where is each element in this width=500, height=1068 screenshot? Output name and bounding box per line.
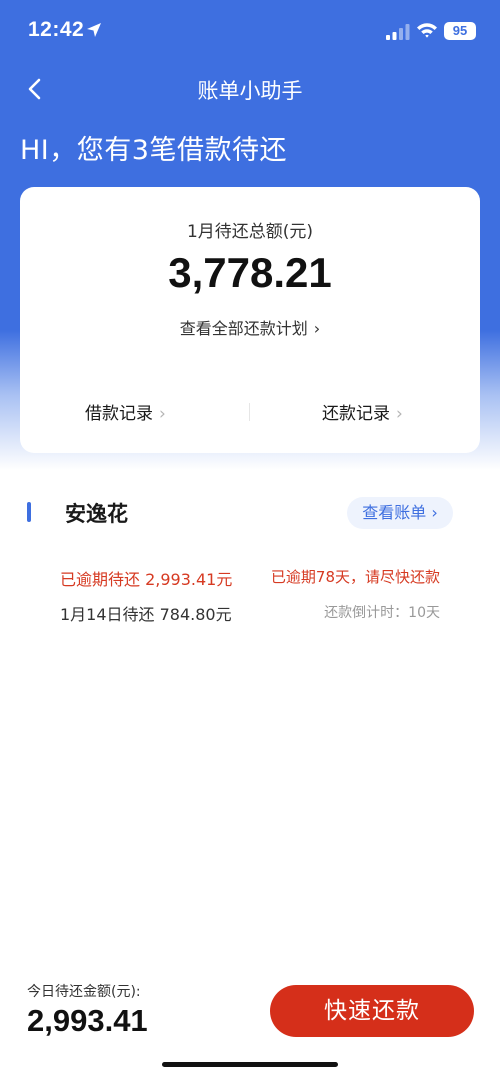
cellular-signal-icon <box>386 24 410 40</box>
wifi-icon <box>417 23 437 38</box>
page-title: 账单小助手 <box>197 79 303 103</box>
bill-assistant-page: 12:42 95 账单小助手 HI，您有3笔借款待还 1月待还总额(元) 3,7… <box>0 0 500 1068</box>
location-arrow-icon <box>87 23 101 37</box>
view-bill-label: 查看账单 <box>362 503 427 522</box>
upcoming-due-text: 1月14日待还 784.80元 <box>60 605 232 624</box>
loan-records-label: 借款记录 <box>85 404 153 424</box>
overdue-notice-text: 已逾期78天，请尽快还款 <box>270 568 440 586</box>
summary-card: 1月待还总额(元) 3,778.21 查看全部还款计划 › 借款记录 › 还款记录 › <box>20 187 480 453</box>
battery-indicator: 95 <box>444 22 476 40</box>
chevron-right-icon: › <box>159 404 166 424</box>
today-due-amount: 2,993.41 <box>27 1003 148 1038</box>
total-due-label: 1月待还总额(元) <box>186 222 314 242</box>
divider <box>249 403 250 421</box>
overdue-amount-text: 已逾期待还 2,993.41元 <box>60 570 233 589</box>
repayment-records-button[interactable]: 还款记录 › <box>322 399 403 424</box>
total-due-amount: 3,778.21 <box>168 249 332 296</box>
quick-pay-button[interactable]: 快速还款 <box>270 985 474 1037</box>
countdown-text: 还款倒计时：10天 <box>324 605 440 621</box>
status-bar: 12:42 95 <box>0 0 500 64</box>
chevron-right-icon: › <box>426 503 438 522</box>
view-repayment-plan-link[interactable]: 查看全部还款计划 › <box>20 315 480 339</box>
greeting-text: HI，您有3笔借款待还 <box>20 135 287 166</box>
home-indicator <box>162 1062 338 1067</box>
section-accent-bar <box>27 502 31 522</box>
status-time: 12:42 <box>28 18 85 41</box>
repayment-records-label: 还款记录 <box>322 404 390 424</box>
nav-bar: 账单小助手 <box>0 64 500 114</box>
view-bill-button[interactable]: 查看账单 › <box>347 497 453 529</box>
today-due-label: 今日待还金额(元): <box>27 984 141 1000</box>
chevron-right-icon: › <box>313 319 321 338</box>
product-name: 安逸花 <box>65 502 128 526</box>
loan-records-button[interactable]: 借款记录 › <box>85 399 166 424</box>
view-repayment-plan-label: 查看全部还款计划 <box>179 319 308 338</box>
chevron-right-icon: › <box>396 404 403 424</box>
